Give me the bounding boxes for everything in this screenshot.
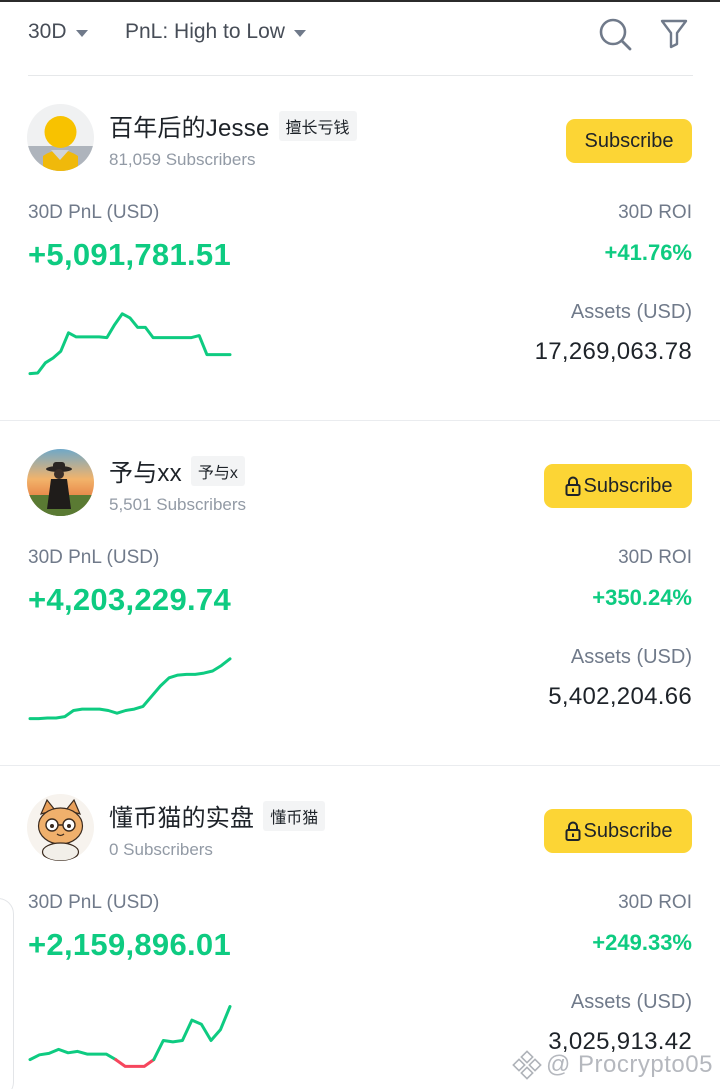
search-button[interactable] (598, 17, 632, 51)
roi-label: 30D ROI (618, 547, 692, 568)
pnl-sparkline (28, 312, 232, 376)
cat-avatar-icon (27, 794, 94, 861)
trader-avatar[interactable] (27, 794, 94, 861)
subscriber-count: 81,059 Subscribers (109, 150, 256, 169)
pnl-label: 30D PnL (USD) (28, 202, 160, 223)
period-filter-label: 30D (28, 20, 67, 43)
trader-card[interactable]: 予与xx 予与x 5,501 Subscribers Subscribe 30D… (0, 421, 720, 766)
watermark: @ Procrypto05 (512, 1050, 713, 1080)
funnel-icon (660, 19, 688, 49)
trader-name-row: 予与xx 予与x (109, 453, 245, 488)
subscribe-label: Subscribe (583, 819, 673, 842)
trader-name[interactable]: 百年后的Jesse (109, 108, 270, 143)
trader-name-row: 懂币猫的实盘 懂币猫 (109, 798, 326, 833)
subscribe-button[interactable]: Subscribe (544, 809, 692, 853)
roi-label: 30D ROI (618, 892, 692, 913)
assets-label: Assets (USD) (570, 646, 692, 668)
trader-tag: 予与x (190, 455, 245, 486)
trader-card[interactable]: 百年后的Jesse 擅长亏钱 81,059 Subscribers Subscr… (0, 76, 720, 421)
pnl-value: +5,091,781.51 (28, 237, 232, 272)
watermark-text: @ Procrypto05 (546, 1051, 713, 1078)
trader-name-row: 百年后的Jesse 擅长亏钱 (109, 108, 357, 143)
trader-avatar[interactable] (27, 449, 94, 516)
subscriber-count: 0 Subscribers (109, 840, 213, 859)
trader-tag: 擅长亏钱 (278, 110, 357, 141)
roi-label: 30D ROI (618, 202, 692, 223)
filter-button[interactable] (659, 17, 693, 51)
sort-filter-label: PnL: High to Low (125, 20, 285, 43)
assets-value: 17,269,063.78 (534, 338, 692, 365)
subscribe-button[interactable]: Subscribe (566, 119, 692, 163)
yellow-figure-avatar-icon (27, 104, 94, 171)
search-icon (599, 18, 632, 51)
pnl-label: 30D PnL (USD) (28, 547, 160, 568)
subscribe-label: Subscribe (584, 129, 674, 152)
subscriber-count: 5,501 Subscribers (109, 495, 247, 514)
assets-label: Assets (USD) (570, 301, 692, 323)
sort-filter-dropdown[interactable]: PnL: High to Low (125, 20, 306, 44)
sparkline-segment (28, 657, 232, 721)
exchange-logo-icon (512, 1050, 542, 1080)
lock-icon (565, 821, 581, 841)
roi-value: +41.76% (604, 240, 692, 265)
period-filter-dropdown[interactable]: 30D (28, 20, 88, 44)
trader-card[interactable]: 懂币猫的实盘 懂币猫 0 Subscribers Subscribe 30D P… (0, 766, 720, 1089)
trader-name[interactable]: 懂币猫的实盘 (109, 798, 254, 833)
sparkline-segment (28, 1047, 118, 1062)
assets-value: 5,402,204.66 (548, 683, 692, 710)
roi-value: +350.24% (592, 585, 692, 610)
pnl-value: +2,159,896.01 (28, 927, 232, 962)
trader-tag: 懂币猫 (263, 800, 326, 831)
floating-side-tab[interactable] (0, 898, 14, 1089)
pnl-sparkline (28, 1005, 232, 1068)
caret-down-icon (293, 29, 306, 37)
sparkline-segment (152, 1005, 232, 1062)
pnl-value: +4,203,229.74 (28, 582, 232, 617)
subscribe-button[interactable]: Subscribe (544, 464, 692, 508)
lock-icon (565, 476, 581, 496)
sparkline-segment (28, 312, 232, 376)
sparkline-segment (114, 1058, 156, 1068)
pnl-label: 30D PnL (USD) (28, 892, 160, 913)
pnl-sparkline (28, 657, 232, 721)
subscribe-label: Subscribe (583, 474, 673, 497)
trader-avatar[interactable] (27, 104, 94, 171)
filter-bar: 30D PnL: High to Low (0, 0, 720, 76)
assets-label: Assets (USD) (570, 991, 692, 1013)
caret-down-icon (75, 29, 88, 37)
trader-name[interactable]: 予与xx (109, 453, 182, 488)
sunset-figure-avatar-icon (27, 449, 94, 516)
roi-value: +249.33% (592, 930, 692, 955)
